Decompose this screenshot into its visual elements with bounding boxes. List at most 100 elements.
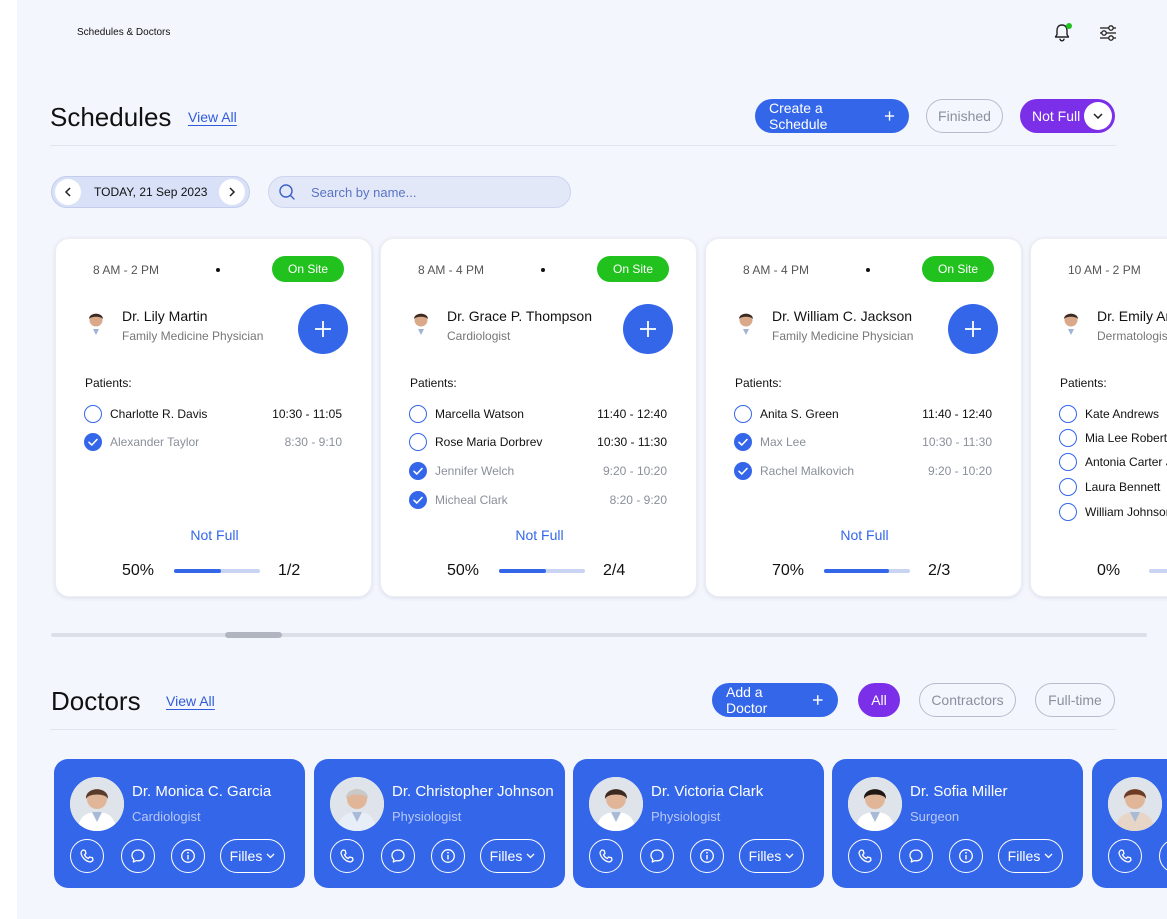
doctor-card[interactable]: Dr. Sofia Miller Surgeon Filles xyxy=(832,759,1083,888)
call-button[interactable] xyxy=(1108,839,1142,873)
chevron-down-icon xyxy=(785,853,794,859)
call-button[interactable] xyxy=(848,839,882,873)
unchecked-circle-icon[interactable] xyxy=(1059,503,1077,521)
next-day-button[interactable] xyxy=(219,179,245,205)
unchecked-circle-icon[interactable] xyxy=(1059,429,1077,447)
unchecked-circle-icon[interactable] xyxy=(1059,453,1077,471)
message-button[interactable] xyxy=(640,839,674,873)
files-dropdown[interactable]: Filles xyxy=(998,839,1063,873)
patient-row[interactable]: Anita S. Green 11:40 - 12:40 xyxy=(734,405,992,423)
checked-circle-icon[interactable] xyxy=(734,462,752,480)
call-button[interactable] xyxy=(330,839,364,873)
schedule-card[interactable]: 8 AM - 4 PM On Site Dr. Grace P. Thompson C… xyxy=(380,238,697,597)
add-patient-button[interactable] xyxy=(623,304,673,354)
message-button[interactable] xyxy=(381,839,415,873)
doctor-card[interactable]: Dr. Victoria Clark Physiologist Filles xyxy=(573,759,824,888)
call-button[interactable] xyxy=(589,839,623,873)
doctor-name: Dr. Christopher Johnson xyxy=(392,783,554,800)
info-button[interactable] xyxy=(690,839,724,873)
phone-icon xyxy=(340,849,354,863)
sliders-icon[interactable] xyxy=(1097,22,1119,44)
add-doctor-button[interactable]: Add a Doctor xyxy=(712,683,838,717)
call-button[interactable] xyxy=(70,839,104,873)
phone-icon xyxy=(1118,849,1132,863)
create-schedule-button[interactable]: Create a Schedule xyxy=(755,99,909,133)
prev-day-button[interactable] xyxy=(55,179,81,205)
patient-row[interactable]: Micheal Clark 8:20 - 9:20 xyxy=(409,491,667,509)
scrollbar-thumb[interactable] xyxy=(225,632,282,638)
schedule-card[interactable]: 10 AM - 2 PM Dr. Emily An Dermatologist Pat… xyxy=(1030,238,1167,597)
checked-circle-icon[interactable] xyxy=(409,462,427,480)
schedule-card[interactable]: 8 AM - 2 PM On Site Dr. Lily Martin Family … xyxy=(55,238,372,597)
info-button[interactable] xyxy=(171,839,205,873)
patient-name: Charlotte R. Davis xyxy=(110,407,208,421)
files-dropdown[interactable]: Filles xyxy=(220,839,285,873)
patient-row[interactable]: William Johnson xyxy=(1059,503,1167,521)
info-icon xyxy=(700,849,714,863)
patient-time: 10:30 - 11:30 xyxy=(597,435,667,449)
filter-all-button[interactable]: All xyxy=(858,683,900,717)
patient-name: Kate Andrews xyxy=(1085,407,1160,421)
files-dropdown[interactable]: Filles xyxy=(739,839,804,873)
capacity-progress-bar xyxy=(499,569,585,573)
message-button[interactable] xyxy=(899,839,933,873)
schedule-card[interactable]: 8 AM - 4 PM On Site Dr. William C. Jackson… xyxy=(705,238,1022,597)
info-button[interactable] xyxy=(431,839,465,873)
doctors-title: Doctors xyxy=(51,686,141,716)
checked-circle-icon[interactable] xyxy=(84,433,102,451)
unchecked-circle-icon[interactable] xyxy=(1059,405,1077,423)
unchecked-circle-icon[interactable] xyxy=(84,405,102,423)
doctor-name: Dr. Grace P. Thompson xyxy=(447,308,592,324)
schedules-view-all-link[interactable]: View All xyxy=(188,109,237,125)
patient-row[interactable]: Kate Andrews xyxy=(1059,405,1167,423)
patient-row[interactable]: Marcella Watson 11:40 - 12:40 xyxy=(409,405,667,423)
doctors-view-all-link[interactable]: View All xyxy=(166,693,215,709)
doctor-specialty: Cardiologist xyxy=(132,809,201,824)
patient-row[interactable]: Rose Maria Dorbrev 10:30 - 11:30 xyxy=(409,433,667,451)
patient-row[interactable]: Charlotte R. Davis 10:30 - 11:05 xyxy=(84,405,342,423)
patient-name: Mia Lee Roberts xyxy=(1085,431,1167,445)
info-icon xyxy=(181,849,195,863)
patient-name: Rose Maria Dorbrev xyxy=(435,435,543,449)
add-patient-button[interactable] xyxy=(948,304,998,354)
filter-not-full-dropdown[interactable]: Not Full xyxy=(1020,99,1115,133)
patient-row[interactable]: Jennifer Welch 9:20 - 10:20 xyxy=(409,462,667,480)
checked-circle-icon[interactable] xyxy=(409,491,427,509)
schedule-time: 10 AM - 2 PM xyxy=(1068,263,1141,277)
files-label: Filles xyxy=(1007,848,1041,864)
unchecked-circle-icon[interactable] xyxy=(409,433,427,451)
files-dropdown[interactable]: Filles xyxy=(480,839,545,873)
doctor-specialty: Cardiologist xyxy=(447,329,511,343)
filter-finished-button[interactable]: Finished xyxy=(926,99,1003,133)
doctor-specialty: Dermatologist xyxy=(1097,329,1167,343)
patient-row[interactable]: Antonia Carter J xyxy=(1059,453,1167,471)
patient-row[interactable]: Alexander Taylor 8:30 - 9:10 xyxy=(84,433,342,451)
unchecked-circle-icon[interactable] xyxy=(734,405,752,423)
plus-icon xyxy=(813,695,824,705)
patient-row[interactable]: Mia Lee Roberts xyxy=(1059,429,1167,447)
patient-row[interactable]: Rachel Malkovich 9:20 - 10:20 xyxy=(734,462,992,480)
patient-row[interactable]: Laura Bennett xyxy=(1059,478,1167,496)
message-button[interactable] xyxy=(1159,839,1167,873)
doctor-card[interactable]: Filles xyxy=(1092,759,1167,888)
doctor-card[interactable]: Dr. Christopher Johnson Physiologist Fille… xyxy=(314,759,565,888)
checked-circle-icon[interactable] xyxy=(734,433,752,451)
doctor-avatar xyxy=(406,307,436,341)
info-button[interactable] xyxy=(949,839,983,873)
patient-row[interactable]: Max Lee 10:30 - 11:30 xyxy=(734,433,992,451)
schedules-scrollbar[interactable] xyxy=(51,632,1147,638)
search-input[interactable] xyxy=(311,183,561,201)
phone-icon xyxy=(858,849,872,863)
add-patient-button[interactable] xyxy=(298,304,348,354)
on-site-badge: On Site xyxy=(597,256,669,282)
doctor-name: Dr. Lily Martin xyxy=(122,308,208,324)
dropdown-toggle[interactable] xyxy=(1084,102,1112,130)
patient-name: Laura Bennett xyxy=(1085,480,1161,494)
unchecked-circle-icon[interactable] xyxy=(1059,478,1077,496)
filter-contractors-button[interactable]: Contractors xyxy=(919,683,1016,717)
filter-fulltime-button[interactable]: Full-time xyxy=(1035,683,1115,717)
unchecked-circle-icon[interactable] xyxy=(409,405,427,423)
doctor-card[interactable]: Dr. Monica C. Garcia Cardiologist Filles xyxy=(54,759,305,888)
capacity-status: Not Full xyxy=(840,527,889,543)
message-button[interactable] xyxy=(121,839,155,873)
